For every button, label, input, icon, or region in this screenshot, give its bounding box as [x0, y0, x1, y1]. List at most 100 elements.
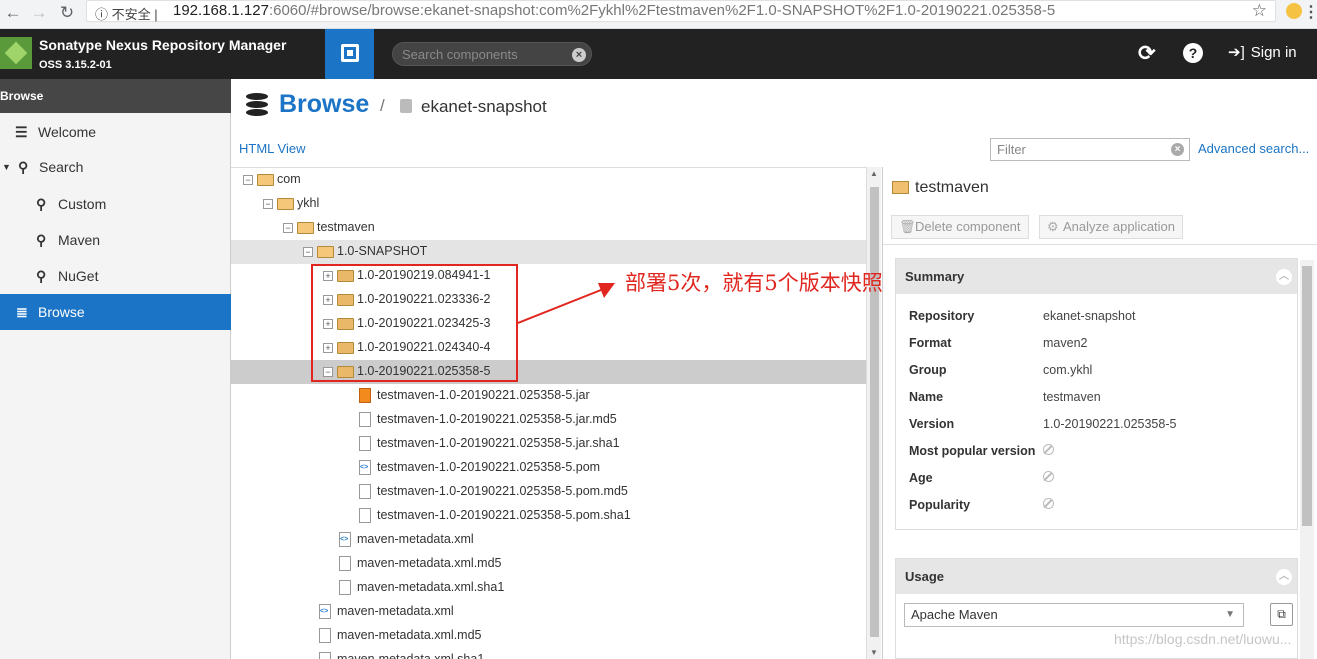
- tree-node-label[interactable]: 1.0-SNAPSHOT: [337, 244, 427, 258]
- tree-node-label[interactable]: maven-metadata.xml: [357, 532, 474, 546]
- tree-scrollbar[interactable]: ▲ ▼: [866, 167, 881, 659]
- help-icon[interactable]: ?: [1183, 43, 1203, 63]
- profile-avatar[interactable]: [1286, 3, 1302, 19]
- sidebar-item-welcome[interactable]: ☰ Welcome: [0, 114, 231, 150]
- search-components-input[interactable]: [402, 46, 567, 63]
- tree-node-label[interactable]: maven-metadata.xml: [337, 604, 454, 618]
- sidebar-item-search[interactable]: ▼ ⚲ Search: [0, 149, 231, 185]
- tree-node-label[interactable]: testmaven-1.0-20190221.025358-5.pom.md5: [377, 484, 628, 498]
- watermark: https://blog.csdn.net/luowu...: [1114, 631, 1292, 647]
- summary-value: maven2: [1043, 336, 1088, 350]
- collapse-icon[interactable]: ︿: [1276, 269, 1292, 285]
- tree-row[interactable]: maven-metadata.xml: [231, 600, 866, 624]
- search-icon: ⚲: [36, 232, 47, 248]
- sign-in-button[interactable]: ➔] Sign in: [1228, 43, 1297, 61]
- analyze-application-button[interactable]: ⚙ Analyze application: [1039, 215, 1183, 239]
- summary-key: Repository: [909, 309, 975, 323]
- tree-row[interactable]: − 1.0-SNAPSHOT: [231, 240, 866, 264]
- sidebar-item-custom[interactable]: ⚲ Custom: [0, 186, 231, 222]
- tree-node-label[interactable]: ykhl: [297, 196, 319, 210]
- summary-header[interactable]: Summary: [896, 259, 1297, 294]
- sidebar-item-nuget[interactable]: ⚲ NuGet: [0, 258, 231, 294]
- chevron-down-icon: ▼: [1225, 609, 1235, 620]
- summary-key: Group: [909, 363, 947, 377]
- tree-row[interactable]: testmaven-1.0-20190221.025358-5.pom.md5: [231, 480, 866, 504]
- security-indicator[interactable]: ⓘ 不安全 |: [95, 4, 158, 23]
- sidebar-item-maven[interactable]: ⚲ Maven: [0, 222, 231, 258]
- scrollbar-thumb[interactable]: [1302, 266, 1312, 526]
- clear-search-icon[interactable]: ×: [572, 48, 586, 62]
- scrollbar-thumb[interactable]: [870, 187, 879, 637]
- component-title: testmaven: [915, 179, 989, 196]
- clear-filter-icon[interactable]: ×: [1171, 143, 1184, 156]
- tree-row[interactable]: maven-metadata.xml: [231, 528, 866, 552]
- collapse-icon[interactable]: ︿: [1276, 569, 1292, 585]
- tree-row[interactable]: − testmaven: [231, 216, 866, 240]
- details-scrollbar[interactable]: [1300, 260, 1314, 659]
- summary-key: Name: [909, 390, 944, 404]
- collapse-toggle-icon[interactable]: −: [303, 247, 313, 257]
- file-icon: [359, 484, 371, 499]
- summary-row: Age: [909, 471, 1289, 489]
- delete-component-button[interactable]: 🗑 Delete component: [891, 215, 1029, 239]
- tree-row[interactable]: testmaven-1.0-20190221.025358-5.jar.md5: [231, 408, 866, 432]
- back-icon[interactable]: ←: [2, 3, 24, 23]
- database-icon: ≣: [16, 304, 28, 320]
- forward-icon[interactable]: →: [28, 3, 50, 23]
- tree-node-label[interactable]: maven-metadata.xml.md5: [357, 556, 502, 570]
- tree-node-label[interactable]: testmaven-1.0-20190221.025358-5.pom: [377, 460, 600, 474]
- usage-format-select[interactable]: Apache Maven ▼: [904, 603, 1244, 627]
- scroll-down-icon[interactable]: ▼: [870, 648, 878, 657]
- tree-node-label[interactable]: testmaven-1.0-20190221.025358-5.jar.md5: [377, 412, 617, 426]
- copy-button[interactable]: ⧉: [1270, 603, 1293, 626]
- address-bar[interactable]: ⓘ 不安全 | 192.168.1.127:6060/#browse/brows…: [86, 0, 1276, 22]
- tree-row[interactable]: testmaven-1.0-20190221.025358-5.pom.sha1: [231, 504, 866, 528]
- advanced-search-link[interactable]: Advanced search...: [1198, 141, 1309, 156]
- tree-row[interactable]: − ykhl: [231, 192, 866, 216]
- tree-node-label[interactable]: testmaven: [317, 220, 375, 234]
- tree-row[interactable]: testmaven-1.0-20190221.025358-5.pom: [231, 456, 866, 480]
- tree-row[interactable]: testmaven-1.0-20190221.025358-5.jar.sha1: [231, 432, 866, 456]
- repository-icon: [400, 99, 412, 113]
- page-title[interactable]: Browse: [279, 90, 369, 119]
- usage-header[interactable]: Usage: [896, 559, 1297, 594]
- summary-row: Repository ekanet-snapshot: [909, 309, 1289, 327]
- tree-node-label[interactable]: testmaven-1.0-20190221.025358-5.pom.sha1: [377, 508, 631, 522]
- summary-value: [1043, 471, 1054, 485]
- tree-row[interactable]: maven-metadata.xml.md5: [231, 624, 866, 648]
- browser-menu-icon[interactable]: ⋮: [1303, 2, 1317, 22]
- tree-node-label[interactable]: maven-metadata.xml.sha1: [357, 580, 504, 594]
- bookmark-star-icon[interactable]: ☆: [1252, 1, 1267, 21]
- nexus-logo: [0, 37, 32, 69]
- not-available-icon: [1043, 498, 1054, 509]
- folder-icon: [257, 174, 274, 186]
- html-view-link[interactable]: HTML View: [239, 141, 305, 156]
- tree-node-label[interactable]: maven-metadata.xml.md5: [337, 628, 482, 642]
- jar-file-icon: [359, 388, 371, 403]
- tree-node-label[interactable]: testmaven-1.0-20190221.025358-5.jar: [377, 388, 590, 402]
- collapse-toggle-icon[interactable]: −: [283, 223, 293, 233]
- refresh-icon[interactable]: ⟳: [1138, 41, 1156, 66]
- browse-mode-button[interactable]: [325, 29, 374, 79]
- tree-node-label[interactable]: testmaven-1.0-20190221.025358-5.jar.sha1: [377, 436, 620, 450]
- tree-row[interactable]: maven-metadata.xml.md5: [231, 552, 866, 576]
- sidebar-heading: Browse: [0, 79, 231, 113]
- tree-node-label[interactable]: com: [277, 172, 301, 186]
- search-icon: ⚲: [36, 196, 47, 212]
- tree-row[interactable]: − com: [231, 168, 866, 192]
- scroll-up-icon[interactable]: ▲: [870, 169, 878, 178]
- tree-row[interactable]: maven-metadata.xml.sha1: [231, 648, 866, 659]
- file-icon: [359, 436, 371, 451]
- summary-key: Version: [909, 417, 955, 431]
- folder-icon: [297, 222, 314, 234]
- sidebar-item-browse[interactable]: ≣ Browse: [0, 294, 231, 330]
- url-text[interactable]: 192.168.1.127:6060/#browse/browse:ekanet…: [173, 2, 1055, 19]
- filter-input[interactable]: [997, 142, 1162, 157]
- reload-icon[interactable]: ↻: [56, 3, 78, 23]
- tree-node-label[interactable]: maven-metadata.xml.sha1: [337, 652, 484, 659]
- tree-row[interactable]: testmaven-1.0-20190221.025358-5.jar: [231, 384, 866, 408]
- divider: [883, 244, 1317, 245]
- collapse-toggle-icon[interactable]: −: [243, 175, 253, 185]
- collapse-toggle-icon[interactable]: −: [263, 199, 273, 209]
- tree-row[interactable]: maven-metadata.xml.sha1: [231, 576, 866, 600]
